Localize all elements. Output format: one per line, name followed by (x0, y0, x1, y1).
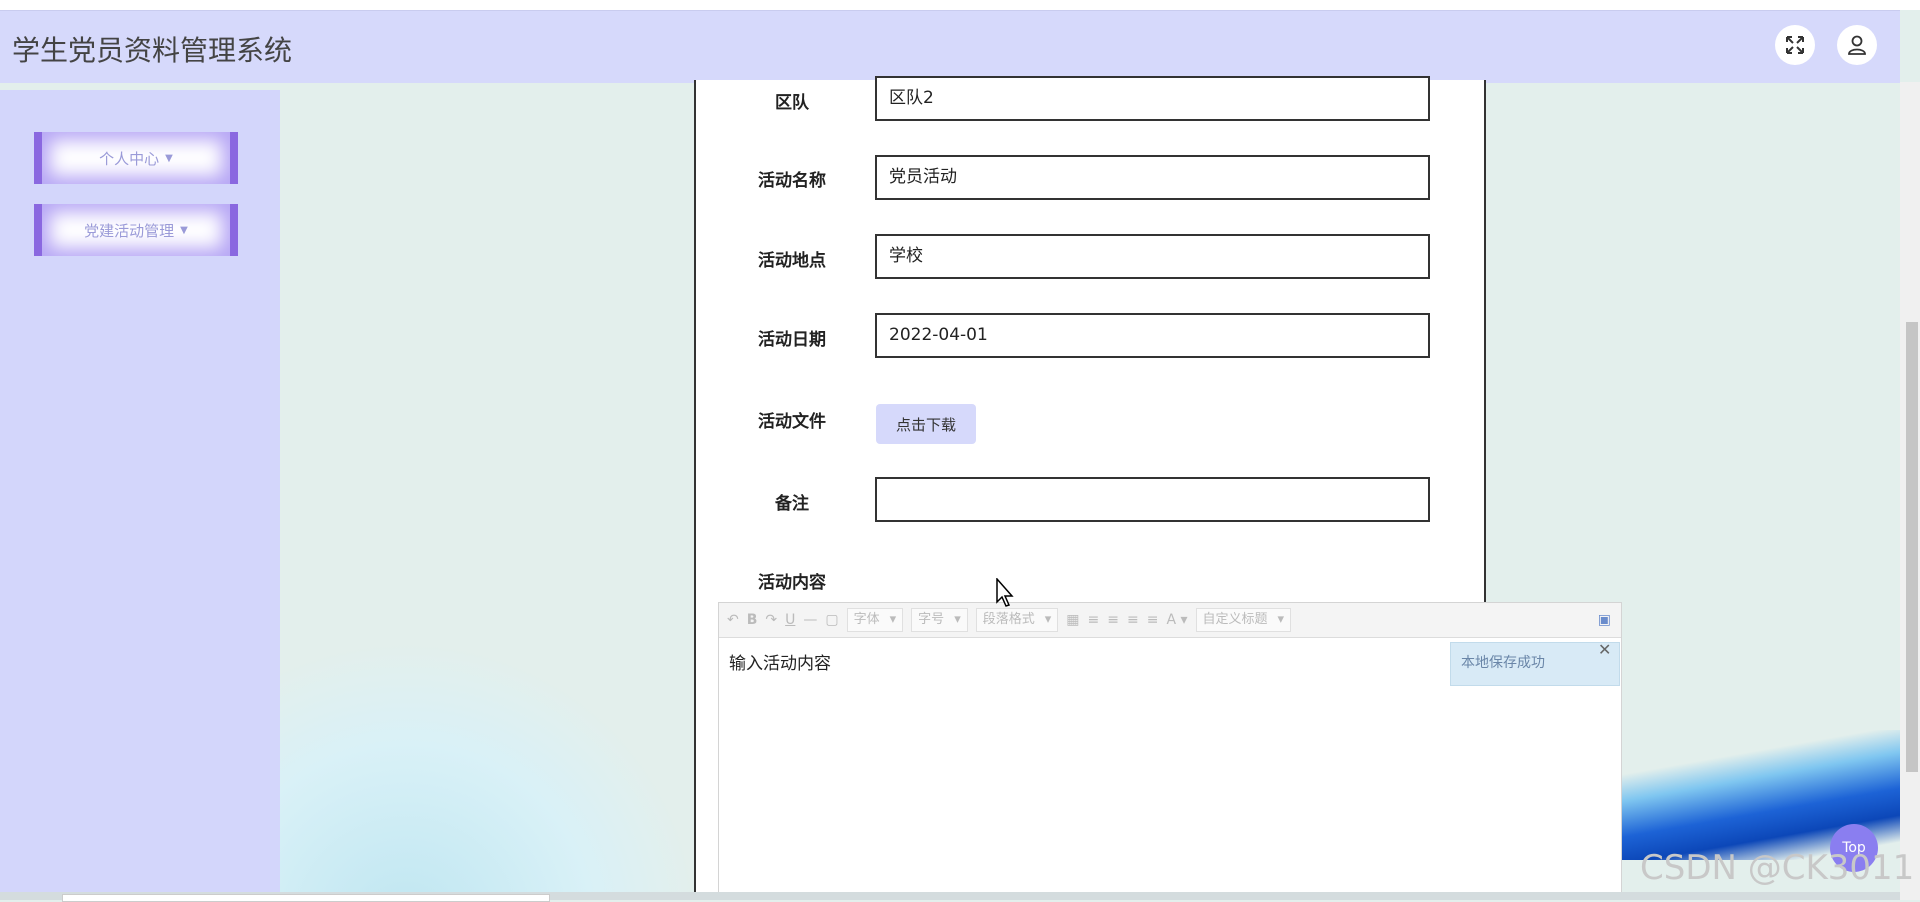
label-activity-name: 活动名称 (758, 171, 826, 191)
squad-field[interactable]: 区队2 (875, 76, 1430, 121)
watermark: CSDN @CK3011 (1640, 848, 1915, 888)
editor-toolbar: ↶ B ↷ U — ▢ 字体 ▾ 字号 ▾ 段落格式 ▾ ▦ ≡ ≡ ≡ ≡ A ▾ … (719, 603, 1621, 638)
font-color-icon[interactable]: A ▾ (1166, 612, 1187, 628)
align-center-icon[interactable]: ≡ (1107, 612, 1119, 628)
close-icon[interactable]: ✕ (1598, 640, 1611, 659)
hr-icon[interactable]: — (803, 612, 817, 628)
mouse-cursor-icon (996, 578, 1014, 607)
save-toast: 本地保存成功 (1450, 642, 1620, 686)
underline-icon[interactable]: U (785, 612, 795, 628)
sidebar-item-label: 个人中心 (99, 149, 160, 168)
caret-down-icon: ▼ (180, 224, 188, 236)
align-right-icon[interactable]: ≡ (1127, 612, 1139, 628)
editor-content[interactable]: 输入活动内容 (729, 649, 831, 674)
activity-date-field[interactable]: 2022-04-01 (875, 313, 1430, 358)
preview-icon[interactable]: ▣ (1598, 612, 1611, 628)
vertical-scrollbar[interactable] (1900, 82, 1920, 900)
label-activity-content: 活动内容 (758, 573, 826, 593)
size-select[interactable]: 字号 ▾ (911, 608, 968, 632)
bold-icon[interactable]: B (747, 612, 758, 628)
label-activity-date: 活动日期 (758, 330, 826, 350)
align-justify-icon[interactable]: ≡ (1147, 612, 1159, 628)
horizontal-scrollbar[interactable] (0, 892, 1900, 902)
fullscreen-icon (1786, 36, 1804, 54)
sidebar: 个人中心 ▼ 党建活动管理 ▼ (0, 90, 280, 900)
activity-name-field[interactable]: 党员活动 (875, 155, 1430, 200)
scrollbar-thumb[interactable] (1906, 322, 1918, 772)
user-button[interactable] (1837, 25, 1877, 65)
paragraph-select[interactable]: 段落格式 ▾ (975, 608, 1059, 632)
align-left-icon[interactable]: ≡ (1088, 612, 1100, 628)
undo-icon[interactable]: ↶ (727, 612, 739, 628)
sidebar-item-personal-center[interactable]: 个人中心 ▼ (34, 132, 238, 184)
label-activity-location: 活动地点 (758, 251, 826, 271)
label-activity-file: 活动文件 (758, 412, 826, 432)
app-title: 学生党员资料管理系统 (12, 34, 293, 67)
download-button[interactable]: 点击下载 (876, 404, 976, 444)
user-icon (1848, 35, 1866, 55)
sidebar-item-label: 党建活动管理 (84, 221, 175, 240)
label-remarks: 备注 (775, 494, 809, 514)
paste-icon[interactable]: ▢ (825, 612, 838, 628)
custom-title-select[interactable]: 自定义标题 ▾ (1195, 608, 1292, 632)
window-top-edge (0, 0, 1920, 10)
caret-down-icon: ▼ (165, 152, 173, 164)
activity-location-field[interactable]: 学校 (875, 234, 1430, 279)
background-wave-left (280, 640, 700, 900)
horizontal-scrollbar-thumb[interactable] (62, 894, 550, 902)
remarks-field[interactable] (875, 477, 1430, 522)
table-icon[interactable]: ▦ (1066, 612, 1079, 628)
top-header: 学生党员资料管理系统 (0, 10, 1900, 83)
font-select[interactable]: 字体 ▾ (846, 608, 904, 632)
fullscreen-button[interactable] (1775, 25, 1815, 65)
label-squad: 区队 (775, 93, 809, 113)
sidebar-item-party-activity-management[interactable]: 党建活动管理 ▼ (34, 204, 238, 256)
redo-icon[interactable]: ↷ (765, 612, 777, 628)
